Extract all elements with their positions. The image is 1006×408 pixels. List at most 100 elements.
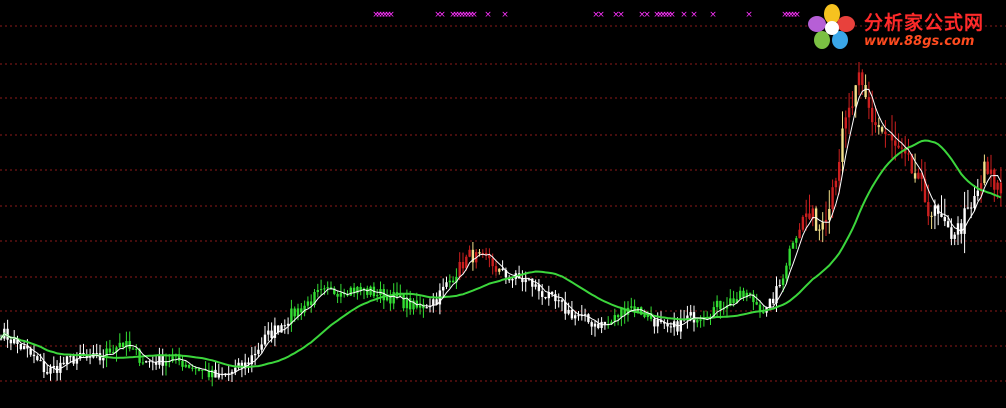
candle-body (930, 215, 933, 217)
flower-logo-icon (808, 4, 855, 49)
signal-marks: ×××××× ×× ×××××××× × × ×× ×× ×× ×××××× × × × × ××××× (372, 10, 801, 20)
candle-body (818, 229, 821, 231)
candle-body (970, 207, 973, 209)
candle-body (917, 172, 920, 179)
candle-body (692, 312, 696, 323)
candle-body (445, 282, 448, 287)
candle-body (280, 325, 283, 333)
candle-body (993, 169, 996, 190)
candle-body (960, 223, 963, 234)
candle-body (983, 161, 986, 184)
signal-mark: × (484, 10, 492, 20)
candles (0, 62, 1003, 387)
candle-body (49, 367, 52, 374)
candle-body (461, 261, 465, 269)
candle-body (831, 187, 834, 209)
candle-body (603, 321, 607, 325)
candle-body (656, 319, 659, 327)
candle-body (871, 107, 874, 123)
candle-body (458, 261, 461, 277)
signal-mark: × (617, 10, 625, 20)
candle-body (290, 308, 293, 324)
candle-body (300, 308, 303, 313)
candle-body (306, 301, 310, 306)
candle-body (541, 291, 544, 297)
signal-mark: × (793, 10, 801, 20)
candle-body (834, 180, 838, 188)
candle-body (39, 360, 42, 362)
candle-body (270, 330, 273, 338)
candle-body (498, 268, 501, 272)
candle-body (854, 85, 857, 107)
candle-body (597, 323, 600, 328)
candle-body (554, 294, 557, 302)
candle-body (768, 298, 772, 308)
candle-body (877, 125, 880, 128)
candle-body (933, 205, 937, 216)
candle-body (762, 312, 765, 314)
candle-body (805, 213, 808, 217)
candle-body (732, 298, 735, 304)
candle-body (851, 106, 854, 108)
signal-mark: × (387, 10, 395, 20)
candle-body (187, 364, 191, 368)
candle-body (913, 173, 917, 179)
signal-mark: × (501, 10, 509, 20)
grid-lines (0, 25, 1006, 382)
candle-body (95, 353, 98, 355)
candle-body (887, 134, 890, 136)
candle-body (323, 288, 326, 290)
candle-body (715, 300, 719, 308)
signal-mark: × (438, 10, 446, 20)
candle-body (158, 354, 161, 365)
candle-body (884, 131, 887, 135)
candle-body (791, 242, 795, 249)
candle-body (148, 361, 151, 363)
candle-body (46, 372, 49, 374)
candle-body (13, 338, 16, 344)
candle-body (201, 369, 204, 371)
candle-body (560, 300, 564, 302)
candle-body (838, 161, 841, 181)
candle-body (590, 322, 593, 327)
candle-body (296, 308, 300, 317)
candle-body (880, 127, 884, 132)
candle-body (184, 364, 187, 367)
candle-body (257, 349, 260, 354)
candle-body (973, 195, 976, 209)
candle-body (451, 280, 455, 283)
candle-body (689, 312, 692, 316)
candle-body (534, 284, 537, 287)
candle-body (141, 362, 145, 364)
candle-body (128, 341, 131, 349)
candle-body (442, 286, 445, 291)
candle-body (319, 289, 323, 291)
candle-body (267, 330, 270, 335)
candle-body (511, 278, 514, 281)
candle-body (181, 360, 184, 367)
candle-body (574, 315, 577, 319)
candle-body (927, 202, 930, 217)
candle-body (494, 266, 498, 272)
signal-mark: × (470, 10, 478, 20)
candle-body (748, 292, 752, 295)
candle-body (310, 301, 313, 305)
candle-body (864, 85, 867, 98)
candle-body (963, 208, 966, 234)
candle-body (857, 72, 861, 86)
candle-body (890, 134, 894, 141)
signal-mark: × (643, 10, 651, 20)
candle-body (19, 343, 22, 350)
candle-body (260, 344, 263, 350)
candle-body (788, 248, 791, 266)
signal-mark: × (680, 10, 688, 20)
candle-body (795, 238, 798, 243)
candle-body (121, 342, 125, 348)
candle-body (491, 258, 494, 267)
candle-body (22, 346, 26, 350)
candle-body (570, 309, 574, 319)
candle-body (194, 367, 197, 369)
kline-chart: ×××××× ×× ×××××××× × × ×× ×× ×× ×××××× × × × × ××××× (0, 10, 1006, 387)
candle-body (999, 182, 1003, 194)
candle-body (907, 153, 910, 155)
